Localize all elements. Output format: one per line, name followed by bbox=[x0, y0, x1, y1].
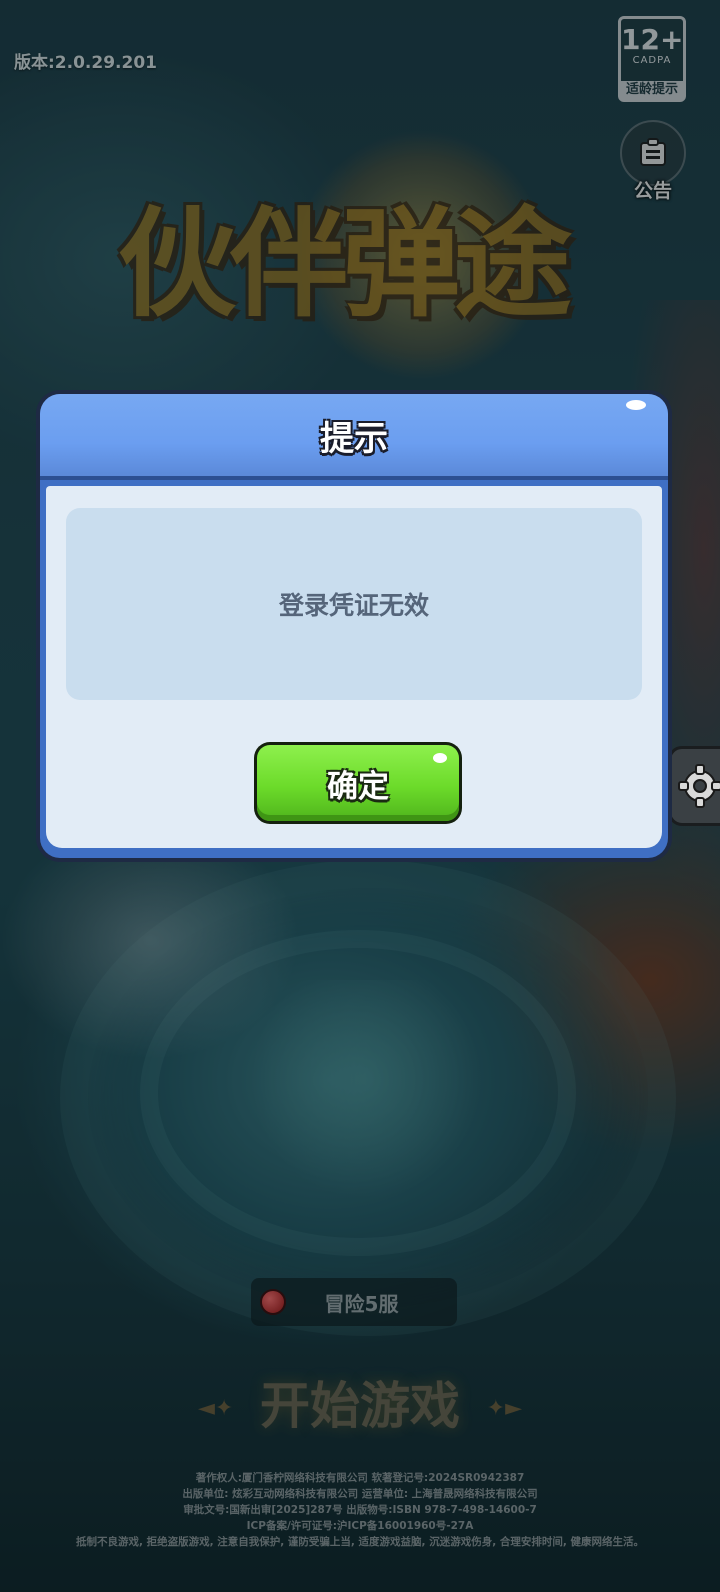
header-gloss bbox=[626, 400, 646, 410]
gear-icon bbox=[678, 764, 720, 808]
confirm-button-label: 确定 bbox=[327, 768, 389, 805]
alert-dialog-body: 登录凭证无效 确定 bbox=[46, 486, 662, 848]
settings-gear-button[interactable] bbox=[668, 746, 720, 826]
alert-dialog-panel: 提示 登录凭证无效 确定 bbox=[40, 394, 668, 858]
confirm-button-face: 确定 bbox=[257, 745, 459, 821]
alert-dialog-header: 提示 bbox=[40, 394, 668, 480]
alert-message: 登录凭证无效 bbox=[278, 591, 429, 620]
alert-dialog: 提示 登录凭证无效 确定 bbox=[36, 390, 672, 862]
alert-message-box: 登录凭证无效 bbox=[66, 508, 642, 700]
confirm-button[interactable]: 确定 bbox=[254, 742, 462, 824]
game-login-screen: 版本:2.0.29.201 12+ CADPA 适龄提示 公告 伙伴弹途 冒险5… bbox=[0, 0, 720, 1592]
alert-dialog-title: 提示 bbox=[320, 418, 388, 459]
confirm-button-gloss bbox=[433, 753, 447, 763]
